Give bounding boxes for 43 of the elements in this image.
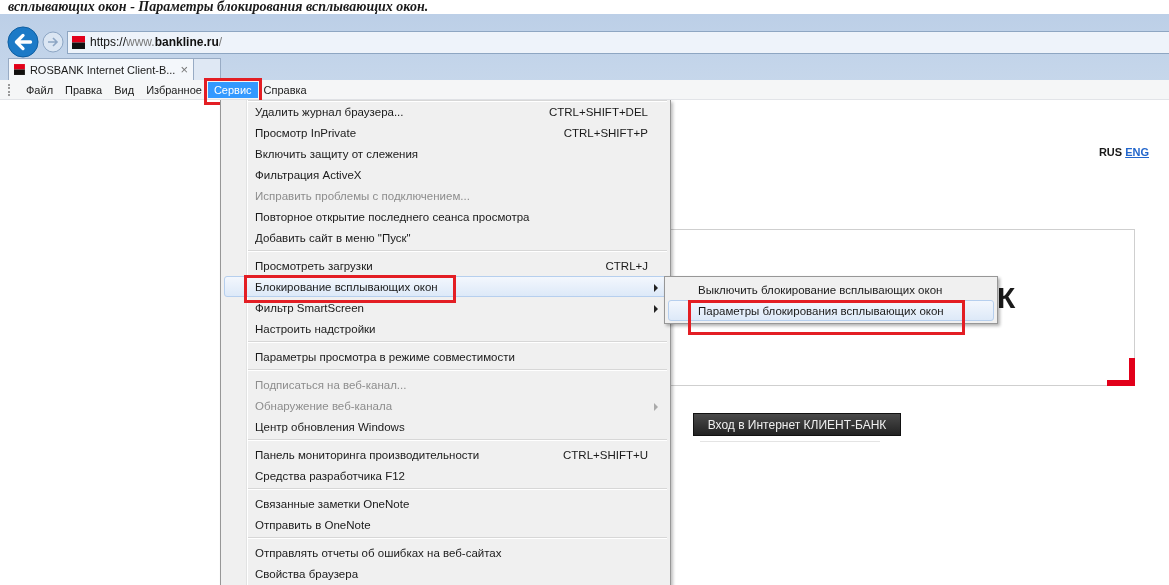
menu-item[interactable]: Отправить в OneNote [224, 514, 667, 535]
menu-item[interactable]: Повторное открытие последнего сеанса просмотра [224, 206, 667, 227]
browser-tab[interactable]: ROSBANK Internet Client-B... × [8, 58, 194, 80]
menu-item[interactable]: Включить защиту от слежения [224, 143, 667, 164]
menu-item[interactable]: Фильтрация ActiveX [224, 164, 667, 185]
menu-item[interactable]: Блокирование всплывающих окон [224, 276, 667, 297]
menu-item[interactable]: Панель мониторинга производительности CTRL+SHIFT+U [224, 444, 667, 465]
menu-item[interactable]: Фильтр SmartScreen [224, 297, 667, 318]
menu-bar-item[interactable]: Справка [257, 81, 313, 98]
site-favicon-icon [14, 63, 25, 76]
menu-item[interactable]: Удалить журнал браузера... CTRL+SHIFT+DEL [224, 101, 667, 122]
menu-bar-item[interactable]: Вид [108, 81, 141, 98]
logo-text: К [997, 281, 1016, 314]
menu-item[interactable]: Связанные заметки OneNote [224, 493, 667, 514]
grip-icon [8, 83, 12, 96]
new-tab-button[interactable] [194, 58, 221, 80]
address-field[interactable]: https://www.bankline.ru/ [67, 30, 1169, 54]
menu-item[interactable]: Выключить блокирование всплывающих окон [668, 279, 994, 300]
language-label: RUS [1098, 146, 1123, 158]
menu-item[interactable]: Отправлять отчеты об ошибках на веб-сайтах [224, 542, 667, 563]
login-button[interactable]: Вход в Интернет КЛИЕНТ-БАНК [693, 413, 901, 436]
close-tab-button[interactable]: × [180, 62, 188, 77]
menu-bar-item[interactable]: Файл [20, 81, 60, 98]
menu-item[interactable]: Свойства браузера [224, 563, 667, 584]
menu-item[interactable]: Просмотреть загрузки CTRL+J [224, 255, 667, 276]
shortcut-text: CTRL+SHIFT+DEL [548, 105, 648, 118]
menu-item[interactable]: Центр обновления Windows [224, 416, 667, 437]
menu-item[interactable]: Средства разработчика F12 [224, 465, 667, 486]
shortcut-text: CTRL+J [605, 259, 648, 272]
shortcut-text: CTRL+SHIFT+U [563, 448, 648, 461]
menu-bar-item[interactable]: Правка [59, 81, 109, 98]
menu-item[interactable]: Параметры просмотра в режиме совместимости [224, 346, 667, 367]
menu-bar-item[interactable]: Избранное [140, 81, 208, 98]
menu-item[interactable]: Просмотр InPrivate CTRL+SHIFT+P [224, 122, 667, 143]
menu-item[interactable]: Настроить надстройки [224, 318, 667, 339]
site-favicon-icon [72, 35, 85, 49]
url-text: https://www.bankline.ru/ [90, 35, 223, 49]
corner-mark-icon [1107, 358, 1135, 386]
shortcut-text: CTRL+SHIFT+P [563, 126, 648, 139]
menu-item[interactable]: Добавить сайт в меню "Пуск" [224, 227, 667, 248]
tab-title: ROSBANK Internet Client-B... [29, 63, 176, 76]
language-link[interactable]: ENG [1125, 146, 1149, 158]
caption-text: всплывающих окон - Параметры блокирования всплывающих окон. [7, 0, 430, 14]
